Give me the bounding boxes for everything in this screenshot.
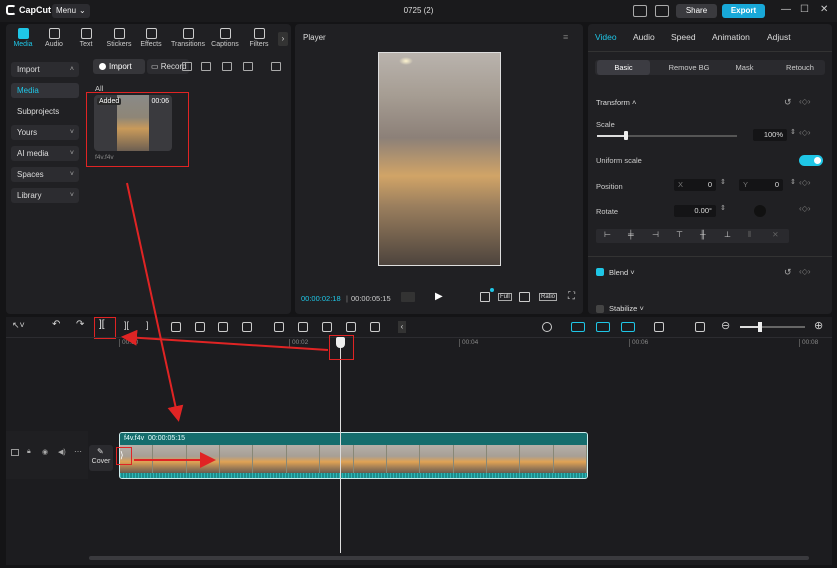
- arrow-to-timeline: [126, 182, 184, 422]
- annotation-arrows: [121, 182, 329, 468]
- arrow-to-split: [121, 329, 329, 351]
